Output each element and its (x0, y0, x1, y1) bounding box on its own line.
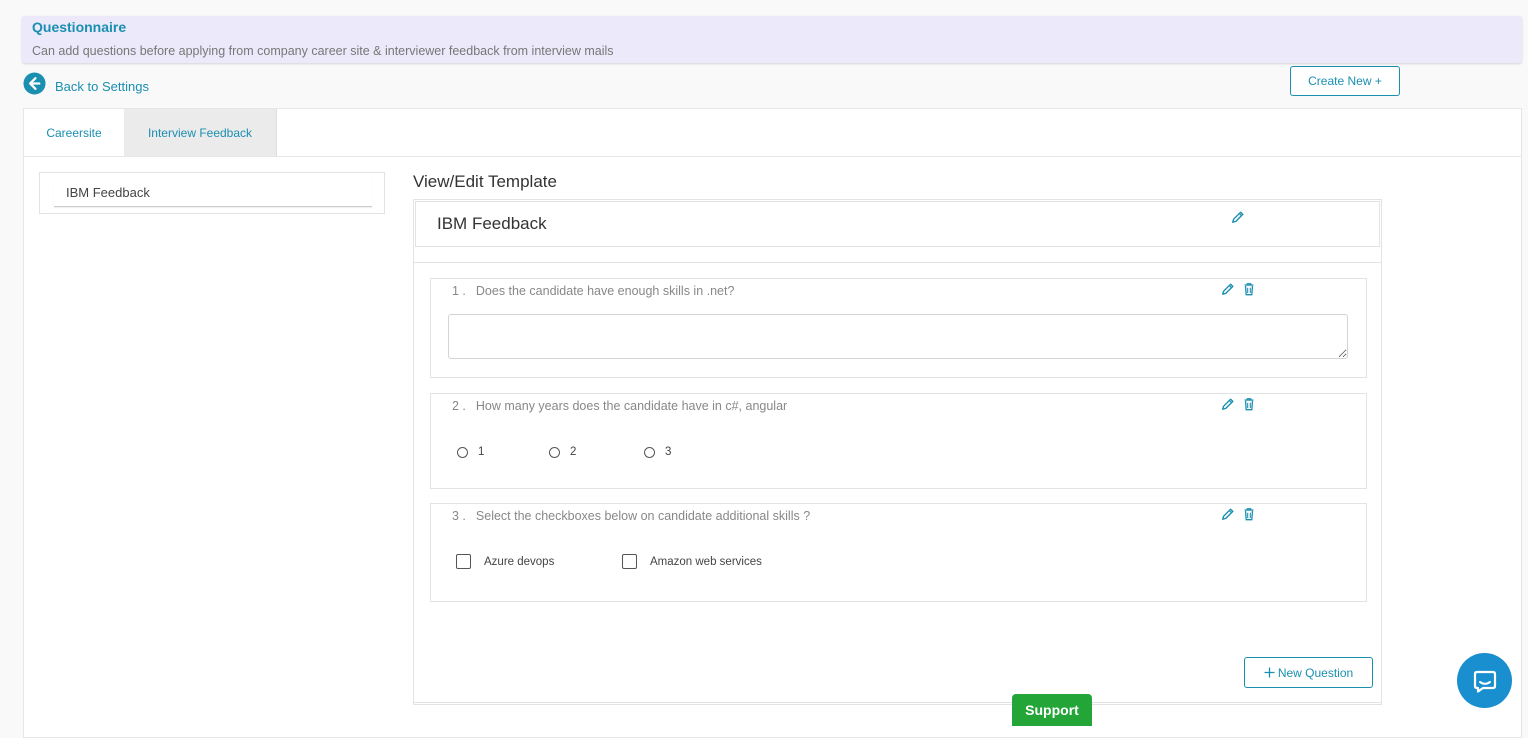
question-card-1: 1 . Does the candidate have enough skills… (430, 278, 1367, 378)
tab-interview-feedback[interactable]: Interview Feedback (124, 109, 277, 156)
question-number: 3 . (452, 509, 466, 523)
banner-title: Questionnaire (32, 19, 127, 35)
trash-icon[interactable] (1242, 507, 1256, 521)
new-question-button[interactable]: New Question (1244, 657, 1373, 688)
chat-launcher[interactable] (1457, 653, 1512, 708)
template-editor: IBM Feedback 1 . Does the candidate have … (413, 199, 1382, 705)
radio-label: 3 (665, 446, 672, 458)
trash-icon[interactable] (1242, 282, 1256, 296)
radio-button[interactable] (549, 446, 560, 458)
radio-button[interactable] (457, 446, 468, 458)
section-title: View/Edit Template (413, 172, 557, 191)
radio-option-3[interactable]: 3 (644, 446, 671, 458)
back-to-settings-label: Back to Settings (55, 78, 149, 94)
template-list-item[interactable]: IBM Feedback (54, 178, 372, 207)
checkbox-label: Amazon web services (650, 555, 762, 568)
pencil-icon[interactable] (1231, 210, 1245, 224)
questionnaire-banner: Questionnaire Can add questions before a… (22, 16, 1522, 63)
template-list: IBM Feedback (39, 172, 385, 214)
question-number: 1 . (452, 284, 466, 298)
back-arrow-icon (23, 71, 46, 95)
banner-subtitle: Can add questions before applying from c… (32, 44, 614, 58)
main-panel: Careersite Interview Feedback IBM Feedba… (23, 108, 1522, 738)
template-header: IBM Feedback (415, 201, 1380, 247)
trash-icon[interactable] (1242, 397, 1256, 411)
template-footer: New Question (413, 631, 1382, 703)
pencil-icon[interactable] (1221, 397, 1235, 411)
plus-icon (1264, 667, 1275, 678)
checkbox-option-1[interactable]: Azure devops (456, 554, 554, 569)
question-label: How many years does the candidate have i… (475, 399, 788, 413)
question-card-2: 2 . How many years does the candidate hav… (430, 393, 1367, 489)
pencil-icon[interactable] (1221, 282, 1235, 296)
checkbox-option-2[interactable]: Amazon web services (622, 554, 762, 569)
template-name: IBM Feedback (437, 214, 547, 233)
question-text: 2 . How many years does the candidate hav… (452, 399, 787, 413)
question-text: 3 . Select the checkboxes below on candid… (452, 509, 810, 523)
checkbox[interactable] (456, 554, 471, 569)
radio-option-2[interactable]: 2 (549, 446, 576, 458)
chat-icon (1473, 670, 1496, 693)
radio-button[interactable] (644, 446, 655, 458)
new-question-label: New Question (1277, 665, 1354, 680)
answer-textarea[interactable] (448, 314, 1348, 359)
question-card-3: 3 . Select the checkboxes below on candid… (430, 503, 1367, 602)
question-number: 2 . (452, 399, 466, 413)
tab-careersite[interactable]: Careersite (24, 109, 124, 156)
question-label: Does the candidate have enough skills in… (475, 284, 735, 298)
tab-bar: Careersite Interview Feedback (24, 109, 1521, 157)
pencil-icon[interactable] (1221, 507, 1235, 521)
back-to-settings-link[interactable]: Back to Settings (23, 71, 149, 95)
question-text: 1 . Does the candidate have enough skills… (452, 284, 734, 298)
create-new-button[interactable]: Create New + (1290, 66, 1400, 96)
checkbox[interactable] (622, 554, 637, 569)
radio-label: 1 (478, 446, 485, 458)
checkbox-label: Azure devops (484, 555, 555, 568)
support-button[interactable]: Support (1012, 694, 1092, 726)
questions-area: 1 . Does the candidate have enough skills… (414, 262, 1381, 632)
radio-label: 2 (570, 446, 577, 458)
question-label: Select the checkboxes below on candidate… (475, 509, 811, 523)
radio-option-1[interactable]: 1 (457, 446, 484, 458)
